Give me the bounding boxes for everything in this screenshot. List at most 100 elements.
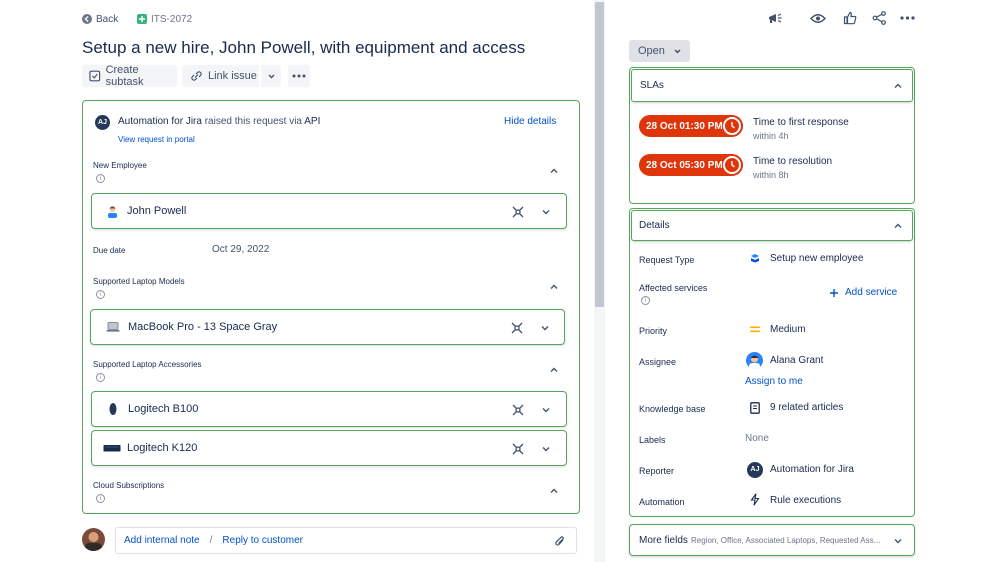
assignee-label: Assignee — [639, 357, 677, 367]
due-date-value[interactable]: Oct 29, 2022 — [212, 244, 269, 255]
link-issue-dropdown[interactable] — [261, 65, 281, 87]
sla-time-pill: 28 Oct 05:30 PM — [639, 154, 743, 176]
like-icon[interactable] — [843, 11, 857, 25]
chevron-down-icon — [268, 74, 274, 78]
link-issue-button[interactable]: Link issue — [182, 65, 259, 87]
sla-within: within 8h — [753, 170, 789, 180]
accessory-field[interactable]: Logitech K120 — [91, 430, 567, 466]
share-icon[interactable] — [872, 11, 887, 25]
reply-to-customer-link[interactable]: Reply to customer — [222, 535, 303, 546]
sla-time-pill: 28 Oct 01:30 PM — [639, 115, 743, 137]
network-icon[interactable] — [510, 321, 524, 335]
back-label: Back — [96, 13, 119, 25]
issue-key-link[interactable]: ITS-2072 — [137, 12, 192, 26]
attachment-icon[interactable] — [554, 535, 566, 548]
more-fields-panel[interactable]: More fields Region, Office, Associated L… — [629, 524, 915, 556]
issue-key: ITS-2072 — [151, 13, 193, 25]
sla-time: 28 Oct 05:30 PM — [646, 159, 723, 171]
network-icon[interactable] — [511, 442, 525, 456]
current-user-avatar — [82, 528, 105, 551]
chevron-down-icon[interactable] — [540, 404, 552, 416]
mouse-icon — [109, 403, 117, 415]
create-subtask-button[interactable]: Create subtask — [82, 64, 177, 88]
automation-label: Automation — [639, 497, 685, 507]
sla-name: Time to first response — [753, 117, 849, 128]
new-employee-field[interactable]: John Powell — [91, 193, 567, 229]
sla-within: within 4h — [753, 131, 789, 141]
sla-time: 28 Oct 01:30 PM — [646, 120, 723, 132]
assign-to-me-link[interactable]: Assign to me — [745, 376, 803, 387]
more-actions-button[interactable] — [288, 65, 310, 87]
chevron-down-icon — [894, 539, 902, 544]
details-title: Details — [639, 220, 670, 231]
chevron-down-icon[interactable] — [540, 206, 552, 218]
network-icon[interactable] — [511, 403, 525, 417]
info-icon: i — [96, 373, 105, 382]
chevron-up-icon — [894, 223, 902, 228]
laptop-icon — [106, 322, 120, 332]
new-employee-label: New Employee — [93, 161, 147, 170]
issue-type-icon — [137, 14, 147, 24]
request-type-icon — [751, 254, 759, 263]
laptop-models-label: Supported Laptop Models — [93, 277, 185, 286]
more-icon — [292, 74, 306, 78]
more-icon[interactable] — [900, 16, 915, 20]
labels-value[interactable]: None — [745, 433, 769, 444]
raised-text: raised this request via — [204, 116, 302, 127]
knowledge-base-value[interactable]: 9 related articles — [770, 402, 843, 413]
raised-by-text: Automation for Jira raised this request … — [118, 116, 320, 127]
info-icon: i — [96, 174, 105, 183]
reporter-avatar: AJ — [747, 462, 763, 478]
page-title: Setup a new hire, John Powell, with equi… — [82, 38, 526, 57]
accessory-field[interactable]: Logitech B100 — [91, 391, 567, 427]
comment-separator: / — [209, 535, 213, 546]
accessory-2-value: Logitech K120 — [127, 442, 198, 454]
add-service-button[interactable]: Add service — [829, 287, 897, 298]
network-icon[interactable] — [511, 205, 525, 219]
laptop-model-field[interactable]: MacBook Pro - 13 Space Gray — [90, 309, 565, 345]
accessory-1-value: Logitech B100 — [128, 403, 199, 415]
raiser-avatar: AJ — [95, 115, 110, 130]
megaphone-icon[interactable] — [767, 11, 783, 26]
new-employee-value: John Powell — [127, 205, 187, 217]
scrollbar-thumb[interactable] — [595, 2, 604, 307]
cloud-subscriptions-label: Cloud Subscriptions — [93, 481, 165, 490]
raiser-name[interactable]: Automation for Jira — [118, 116, 202, 127]
slas-title: SLAs — [640, 80, 664, 91]
chevron-up-icon[interactable] — [548, 364, 560, 376]
plus-icon — [830, 288, 838, 297]
request-type-value[interactable]: Setup new employee — [770, 253, 863, 264]
automation-value[interactable]: Rule executions — [770, 495, 841, 506]
add-internal-note-link[interactable]: Add internal note — [124, 535, 200, 546]
assignee-value[interactable]: Alana Grant — [770, 355, 823, 366]
info-icon: i — [96, 494, 105, 503]
slas-header[interactable]: SLAs — [631, 69, 913, 102]
chevron-up-icon[interactable] — [548, 281, 560, 293]
details-header[interactable]: Details — [631, 210, 913, 241]
comment-box[interactable]: Add internal note / Reply to customer — [115, 527, 577, 554]
watch-eye-icon[interactable] — [810, 12, 826, 25]
priority-value[interactable]: Medium — [770, 324, 806, 335]
user-icon — [106, 205, 119, 218]
info-icon: i — [641, 296, 650, 305]
chevron-up-icon[interactable] — [548, 485, 560, 497]
chevron-down-icon[interactable] — [540, 443, 552, 455]
link-issue-label: Link issue — [208, 70, 257, 82]
back-button[interactable]: Back — [82, 12, 118, 26]
hide-details-link[interactable]: Hide details — [504, 116, 556, 127]
affected-services-label: Affected services — [639, 283, 708, 293]
chevron-up-icon[interactable] — [548, 165, 560, 177]
link-icon — [191, 71, 202, 81]
accessories-label: Supported Laptop Accessories — [93, 360, 202, 369]
more-fields-summary: Region, Office, Associated Laptops, Requ… — [691, 536, 881, 545]
clock-icon — [723, 156, 741, 174]
view-portal-link[interactable]: View request in portal — [118, 135, 195, 144]
assignee-avatar — [746, 352, 763, 369]
chevron-down-icon[interactable] — [539, 322, 551, 334]
create-subtask-label: Create subtask — [105, 64, 144, 88]
priority-label: Priority — [639, 326, 668, 336]
laptop-model-value: MacBook Pro - 13 Space Gray — [128, 321, 278, 333]
reporter-value[interactable]: Automation for Jira — [770, 464, 854, 475]
more-fields-title: More fields — [639, 535, 688, 546]
status-dropdown[interactable]: Open — [629, 40, 690, 62]
